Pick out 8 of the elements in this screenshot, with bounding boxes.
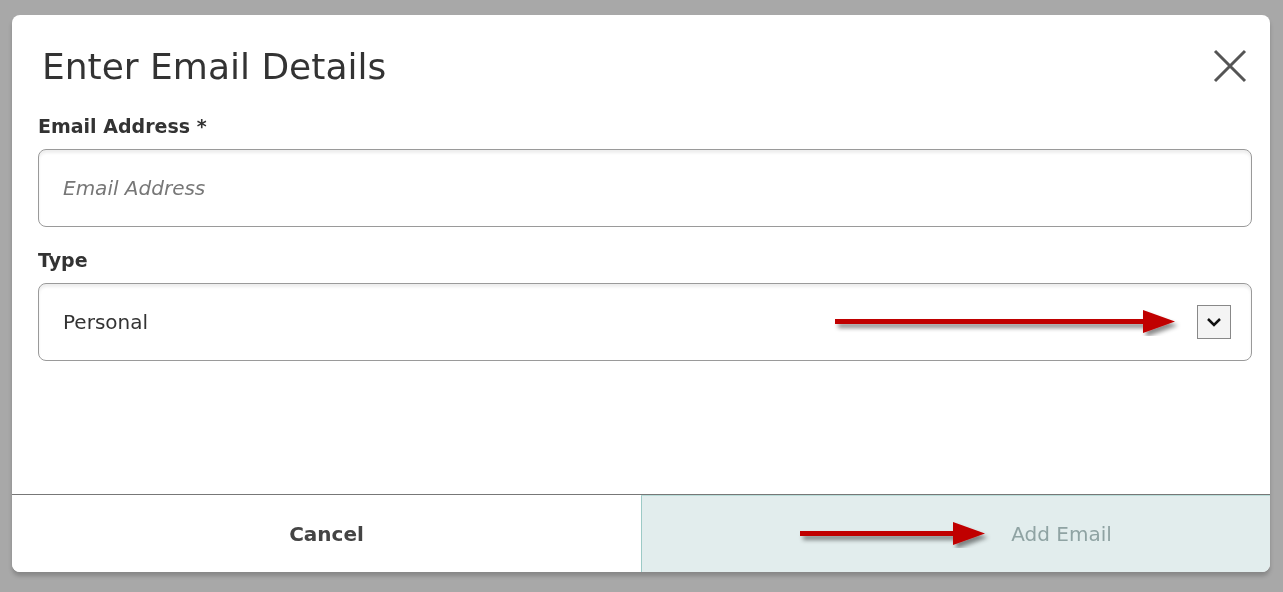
- cancel-button[interactable]: Cancel: [12, 495, 641, 572]
- email-input-field[interactable]: Email Address: [38, 149, 1252, 227]
- dialog-title: Enter Email Details: [42, 45, 387, 87]
- close-icon[interactable]: [1212, 48, 1248, 84]
- type-dropdown[interactable]: Personal: [38, 283, 1252, 361]
- chevron-down-icon[interactable]: [1197, 305, 1231, 339]
- field-label: Type: [38, 249, 89, 271]
- field-label: Email Address *: [38, 115, 208, 137]
